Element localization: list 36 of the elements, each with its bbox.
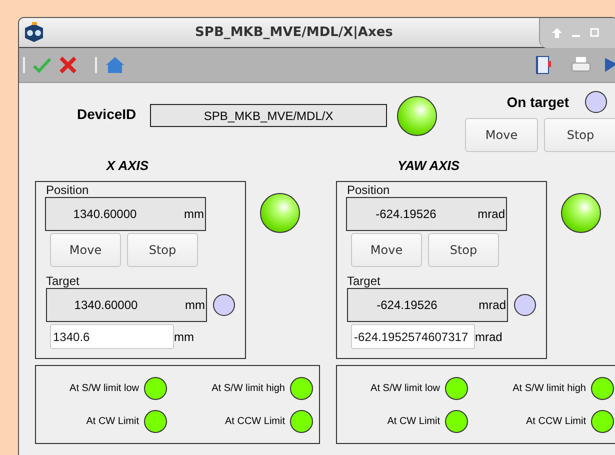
position-label: Position (347, 184, 391, 197)
device-button[interactable]: Move (465, 118, 538, 152)
target-label: Target (46, 275, 80, 288)
position-value: 1340.60000 (72, 207, 138, 221)
position-unit: mm (183, 207, 205, 221)
device-id-field: SPB_MKB_MVE/MDL/X (150, 104, 387, 127)
target-label: Target (347, 275, 382, 288)
axis-button[interactable]: Stop (428, 233, 499, 267)
axis-title: YAW AXIS (396, 158, 461, 173)
position-value: -624.19526 (374, 207, 438, 221)
target-value: -624.19526 (376, 298, 438, 312)
limit-label: At CW Limit (386, 416, 440, 426)
window-title: SPB_MKB_MVE/MDL/X|Axes (194, 25, 394, 40)
target-input[interactable]: 1340.6 (50, 324, 174, 349)
on-target-label: On target (506, 94, 569, 110)
position-label: Position (46, 184, 90, 197)
target-input[interactable]: -624.1952574607317 (351, 324, 475, 349)
limit-label: At S/W limit high (512, 382, 586, 394)
target-value: 1340.60000 (73, 298, 139, 312)
position-unit: mrad (476, 207, 506, 221)
axis-button[interactable]: Move (351, 233, 422, 267)
input-unit: mrad (475, 330, 502, 344)
limit-label: At CW Limit (85, 416, 139, 426)
axis-button[interactable]: Move (50, 233, 121, 267)
target-unit: mrad (478, 298, 507, 312)
device-id-label: DeviceID (77, 106, 138, 122)
device-button[interactable]: Stop (544, 118, 615, 152)
axis-title: X AXIS (105, 158, 150, 173)
limit-label: At CCW Limit (224, 416, 285, 426)
limit-label: At S/W limit high (210, 382, 285, 394)
limit-label: At S/W limit low (370, 382, 440, 394)
input-unit: mm (174, 330, 194, 344)
limit-label: At CCW Limit (525, 416, 586, 426)
axis-button[interactable]: Stop (127, 233, 198, 267)
target-unit: mm (184, 298, 206, 312)
limit-label: At S/W limit low (68, 382, 139, 394)
